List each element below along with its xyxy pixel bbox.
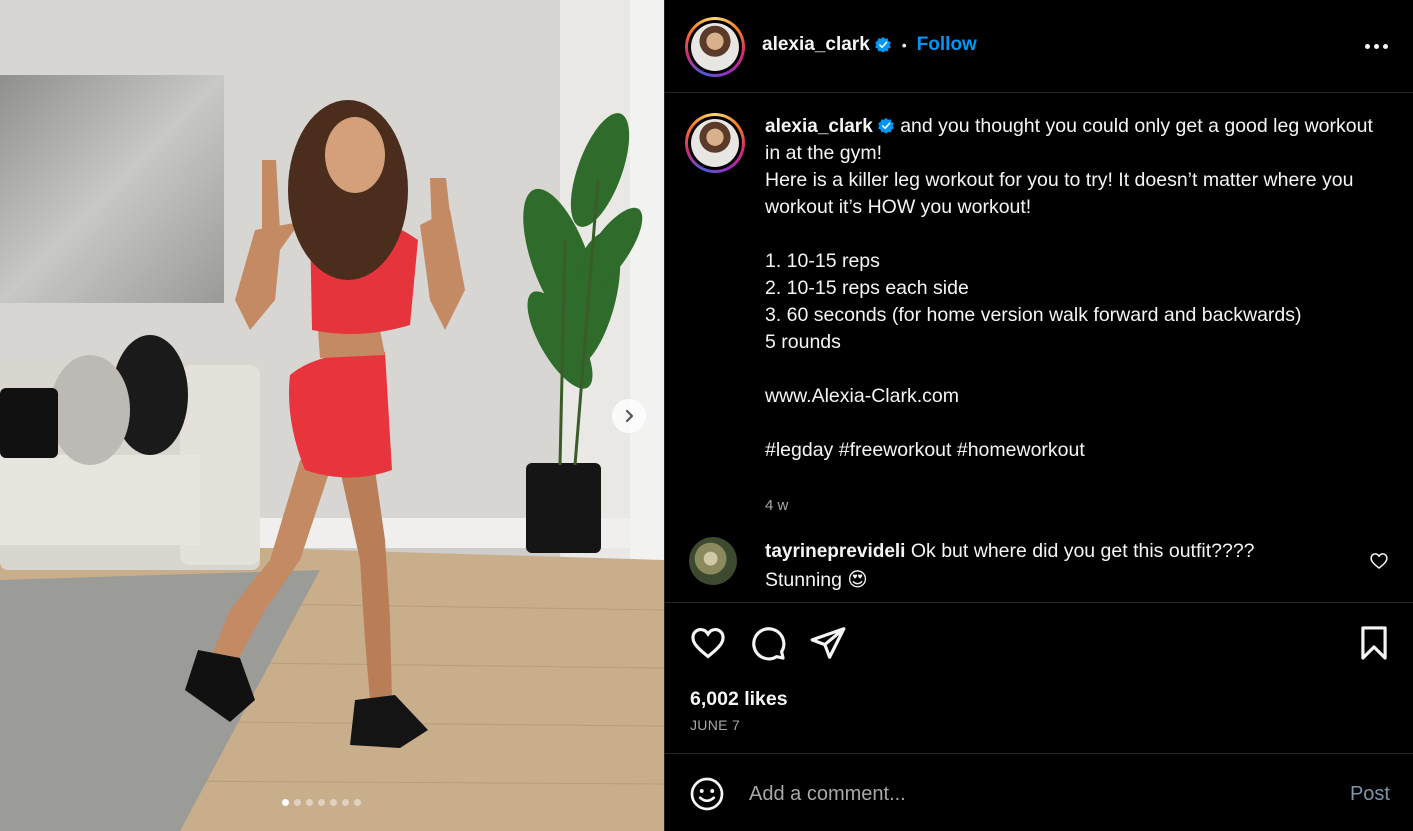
comment-body: Ok but where did you get this outfit???? bbox=[910, 540, 1255, 562]
caption-hashtags[interactable]: #legday #freeworkout #homeworkout bbox=[765, 437, 1385, 464]
comment-text: tayrineprevideli Ok but where did you ge… bbox=[765, 537, 1325, 594]
share-icon[interactable] bbox=[809, 624, 847, 662]
caption-username[interactable]: alexia_clark bbox=[765, 116, 873, 137]
caption-line: Here is a killer leg workout for you to … bbox=[765, 169, 1354, 218]
smiley-icon[interactable] bbox=[689, 776, 725, 812]
caption-timestamp[interactable]: 4 w bbox=[765, 497, 788, 514]
add-comment-input[interactable] bbox=[749, 777, 1309, 811]
verified-badge-icon bbox=[874, 36, 891, 53]
more-options-icon[interactable] bbox=[1365, 34, 1388, 59]
caption-link[interactable]: www.Alexia-Clark.com bbox=[765, 383, 1385, 410]
caption-line: 3. 60 seconds (for home version walk for… bbox=[765, 304, 1302, 326]
author-username[interactable]: alexia_clark bbox=[762, 34, 870, 56]
separator-dot: • bbox=[901, 37, 907, 53]
post-media[interactable] bbox=[0, 0, 664, 831]
caption-line bbox=[765, 221, 1385, 248]
carousel-dot bbox=[294, 799, 301, 806]
heart-icon[interactable] bbox=[689, 624, 727, 662]
post-actions: 6,002 likes JUNE 7 bbox=[665, 604, 1413, 754]
carousel-dot bbox=[318, 799, 325, 806]
comments-section[interactable]: alexia_clark and you thought you could o… bbox=[665, 93, 1413, 603]
author-avatar[interactable] bbox=[685, 17, 745, 77]
likes-count[interactable]: 6,002 likes bbox=[690, 688, 788, 711]
post-comment-button[interactable]: Post bbox=[1350, 783, 1390, 806]
comment-icon[interactable] bbox=[749, 624, 787, 662]
carousel-next-button[interactable] bbox=[612, 399, 646, 433]
comment-body-line2: Stunning 😍 bbox=[765, 569, 868, 591]
caption-line: 1. 10-15 reps bbox=[765, 250, 880, 272]
commenter-username[interactable]: tayrineprevideli bbox=[765, 541, 905, 562]
commenter-avatar[interactable] bbox=[689, 537, 737, 585]
caption-line bbox=[765, 410, 1385, 437]
post-header: alexia_clark • Follow bbox=[665, 0, 1413, 93]
carousel-dot bbox=[306, 799, 313, 806]
post-photo bbox=[0, 0, 664, 831]
post-date: JUNE 7 bbox=[690, 717, 741, 733]
caption-text: alexia_clark and you thought you could o… bbox=[765, 113, 1385, 464]
comment-like-heart-icon[interactable] bbox=[1369, 551, 1389, 571]
comment-composer: Post bbox=[665, 755, 1413, 831]
carousel-dot bbox=[330, 799, 337, 806]
post-detail-panel: alexia_clark • Follow alexia_clark and y… bbox=[664, 0, 1413, 831]
chevron-right-icon bbox=[625, 409, 634, 423]
caption-line: 2. 10-15 reps each side bbox=[765, 277, 969, 299]
follow-button[interactable]: Follow bbox=[917, 34, 977, 56]
carousel-dot bbox=[354, 799, 361, 806]
caption-line bbox=[765, 356, 1385, 383]
carousel-dot bbox=[282, 799, 289, 806]
carousel-indicator bbox=[282, 799, 361, 806]
caption-line: 5 rounds bbox=[765, 331, 841, 353]
carousel-dot bbox=[342, 799, 349, 806]
bookmark-icon[interactable] bbox=[1355, 624, 1393, 662]
caption-author-avatar[interactable] bbox=[685, 113, 745, 173]
verified-badge-icon bbox=[877, 117, 894, 134]
